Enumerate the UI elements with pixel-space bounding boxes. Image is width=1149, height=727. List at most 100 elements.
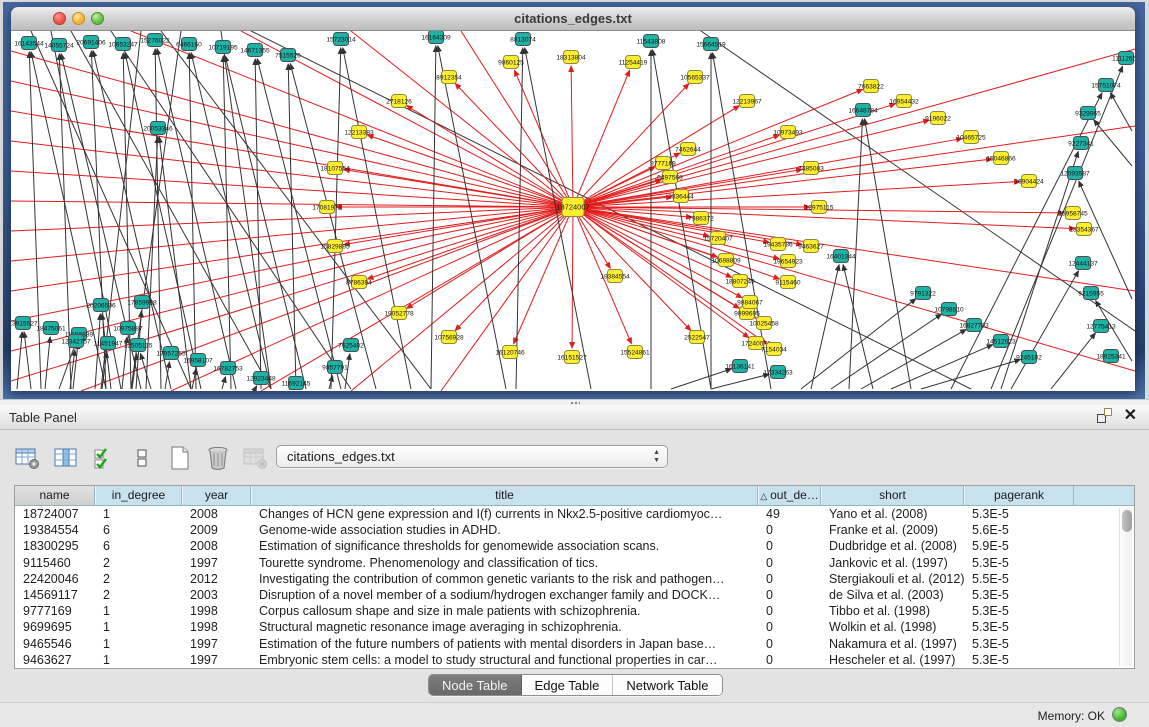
tab-edge-table[interactable]: Edge Table (522, 675, 614, 695)
table-cell[interactable]: 2 (95, 587, 182, 603)
table-cell[interactable]: Disruption of a novel member of a sodium… (251, 587, 758, 603)
network-node[interactable]: 14671355 (240, 44, 270, 57)
table-cell[interactable]: 49 (758, 506, 821, 522)
table-cell[interactable]: 6 (95, 522, 182, 538)
table-cell[interactable]: Estimation of significance thresholds fo… (251, 538, 758, 554)
network-node[interactable]: 7986372 (688, 212, 714, 225)
network-node[interactable]: 15958745 (1058, 207, 1088, 220)
table-cell[interactable]: Corpus callosum shape and size in male p… (251, 603, 758, 619)
vertical-scrollbar[interactable] (1119, 508, 1132, 666)
network-node[interactable]: 9196022 (925, 112, 951, 125)
table-cell[interactable]: 2008 (182, 538, 251, 554)
network-node[interactable]: 12213967 (732, 95, 762, 108)
table-cell[interactable]: 5.5E-5 (964, 571, 1074, 587)
table-cell[interactable]: 0 (758, 571, 821, 587)
network-node[interactable]: 9791322 (910, 287, 936, 300)
network-node[interactable]: 7663822 (858, 80, 884, 93)
table-cell[interactable]: 9777169 (15, 603, 95, 619)
network-node[interactable]: 17081972 (312, 201, 342, 214)
table-cell[interactable]: 5.3E-5 (964, 603, 1074, 619)
network-node[interactable]: 16401344 (826, 250, 856, 263)
table-cell[interactable]: 2 (95, 571, 182, 587)
show-columns-icon[interactable] (52, 445, 79, 471)
network-node[interactable]: 16164309 (421, 31, 451, 44)
table-selector-dropdown[interactable]: citations_edges.txt ▲▼ (276, 445, 668, 468)
table-cell[interactable]: Jankovic et al. (1997) (821, 555, 964, 571)
window-titlebar[interactable]: citations_edges.txt (11, 7, 1135, 31)
new-column-icon[interactable] (166, 445, 193, 471)
table-cell[interactable]: Wolkin et al. (1998) (821, 619, 964, 635)
table-cell[interactable]: Genome-wide association studies in ADHD. (251, 522, 758, 538)
table-cell[interactable]: 5.6E-5 (964, 522, 1074, 538)
network-node[interactable]: 10565337 (680, 71, 710, 84)
network-node[interactable]: 11692145 (282, 377, 311, 390)
table-cell[interactable]: 5.3E-5 (964, 555, 1074, 571)
network-node[interactable]: 16782753 (213, 362, 243, 375)
network-node[interactable]: 8813074 (510, 33, 536, 46)
table-cell[interactable]: 1997 (182, 636, 251, 652)
table-cell[interactable]: Estimation of the future numbers of pati… (251, 636, 758, 652)
network-node[interactable]: 13354367 (1069, 223, 1099, 236)
table-cell[interactable]: 6 (95, 538, 182, 554)
table-cell[interactable]: 0 (758, 587, 821, 603)
table-cell[interactable]: 2012 (182, 571, 251, 587)
table-cell[interactable]: Hescheler et al. (1997) (821, 652, 964, 668)
network-node[interactable]: 16151527 (557, 351, 587, 364)
network-node[interactable]: 9227341 (1068, 137, 1094, 150)
network-node[interactable]: 12213383 (344, 126, 374, 139)
table-cell[interactable]: 9699695 (15, 619, 95, 635)
network-node[interactable]: 8786394 (346, 276, 372, 289)
network-node[interactable]: 16904424 (1014, 175, 1044, 188)
table-cell[interactable]: de Silva et al. (2003) (821, 587, 964, 603)
network-node[interactable]: 20691406 (76, 36, 106, 49)
table-cell[interactable]: 5.3E-5 (964, 587, 1074, 603)
network-node[interactable]: 11543808 (637, 35, 666, 48)
network-node[interactable]: 11254419 (619, 56, 648, 69)
network-node[interactable]: 11112658 (1112, 52, 1135, 65)
scrollbar-thumb[interactable] (1122, 510, 1132, 532)
network-node[interactable]: 9857791 (322, 361, 348, 374)
column-header-out_de[interactable]: △out_de… (758, 486, 821, 505)
table-cell[interactable]: 19384554 (15, 522, 95, 538)
network-node[interactable]: 10756928 (434, 331, 464, 344)
table-cell[interactable]: 5.9E-5 (964, 538, 1074, 554)
table-cell[interactable]: Structural magnetic resonance image aver… (251, 619, 758, 635)
table-cell[interactable]: 5.3E-5 (964, 506, 1074, 522)
column-header-in_degree[interactable]: in_degree (95, 486, 182, 505)
table-row[interactable]: 946362711997Embryonic stem cells: a mode… (15, 652, 1134, 668)
table-cell[interactable]: 1998 (182, 619, 251, 635)
table-cell[interactable]: 1 (95, 652, 182, 668)
table-cell[interactable]: Embryonic stem cells: a model to study s… (251, 652, 758, 668)
table-row[interactable]: 1830029562008Estimation of significance … (15, 538, 1134, 554)
table-cell[interactable]: Stergiakouli et al. (2012) (821, 571, 964, 587)
table-cell[interactable]: Yano et al. (2008) (821, 506, 964, 522)
network-node[interactable]: 12093587 (1060, 167, 1090, 180)
column-header-short[interactable]: short (821, 486, 964, 505)
table-cell[interactable]: Changes of HCN gene expression and I(f) … (251, 506, 758, 522)
table-cell[interactable]: 5.3E-5 (964, 636, 1074, 652)
network-node[interactable]: 7515526 (275, 49, 301, 62)
network-node[interactable]: 16954432 (889, 95, 919, 108)
row-height-icon[interactable] (128, 445, 155, 471)
table-cell[interactable]: 0 (758, 538, 821, 554)
network-node[interactable]: 12923448 (246, 372, 276, 385)
network-node[interactable]: 10653247 (108, 38, 138, 51)
table-cell[interactable]: 1998 (182, 603, 251, 619)
column-header-year[interactable]: year (182, 486, 251, 505)
tab-node-table[interactable]: Node Table (429, 675, 522, 695)
float-panel-icon[interactable] (1097, 408, 1112, 423)
network-node[interactable]: 18475061 (36, 322, 66, 335)
table-cell[interactable]: 1 (95, 636, 182, 652)
network-node[interactable]: 12975115 (805, 201, 834, 214)
table-row[interactable]: 911546021997Tourette syndrome. Phenomeno… (15, 555, 1134, 571)
network-node[interactable]: 9329965 (1075, 107, 1101, 120)
network-node[interactable]: 13915527 (11, 317, 38, 330)
table-row[interactable]: 977716911998Corpus callosum shape and si… (15, 603, 1134, 619)
network-node[interactable]: 15664519 (696, 38, 726, 51)
table-cell[interactable]: 22420046 (15, 571, 95, 587)
network-node[interactable]: 15723014 (326, 33, 356, 46)
table-row[interactable]: 1872400712008Changes of HCN gene express… (15, 506, 1134, 522)
network-node[interactable]: 2718126 (386, 95, 412, 108)
network-node[interactable]: 19052778 (384, 307, 414, 320)
table-cell[interactable]: Franke et al. (2009) (821, 522, 964, 538)
